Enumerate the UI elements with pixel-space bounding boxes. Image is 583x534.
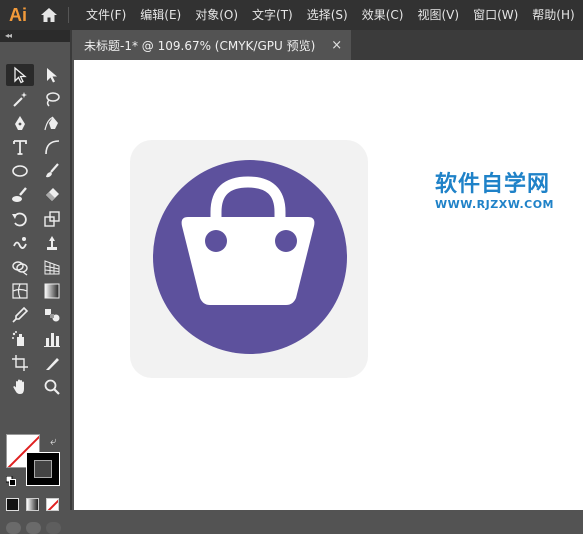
menu-file[interactable]: 文件(F): [79, 0, 133, 30]
type-tool-icon[interactable]: [6, 136, 34, 158]
gradient-tool-icon[interactable]: [38, 280, 66, 302]
arc-tool-icon[interactable]: [38, 136, 66, 158]
menu-divider: [68, 7, 69, 23]
hand-tool-icon[interactable]: [6, 376, 34, 398]
ellipse-tool-icon[interactable]: [6, 160, 34, 182]
stroke-swatch[interactable]: [26, 452, 60, 486]
bag-eye-left: [205, 230, 227, 252]
main-menu: 文件(F) 编辑(E) 对象(O) 文字(T) 选择(S) 效果(C) 视图(V…: [79, 0, 582, 30]
artboard-canvas[interactable]: 软件自学网 WWW.RJZXW.COM: [74, 60, 583, 510]
shape-builder-tool-icon[interactable]: [6, 256, 34, 278]
blob-brush-tool-icon[interactable]: [6, 184, 34, 206]
mesh-tool-icon[interactable]: [6, 280, 34, 302]
menu-window[interactable]: 窗口(W): [466, 0, 525, 30]
color-mode-icon[interactable]: [6, 498, 19, 511]
swap-fill-stroke-icon[interactable]: ⤶: [50, 434, 57, 449]
color-mode-row: [6, 498, 59, 511]
watermark-title: 软件自学网: [435, 172, 551, 197]
shopping-bag-icon[interactable]: [130, 140, 368, 378]
toolbox-panel: ◂◂ ⤶: [0, 30, 72, 534]
home-icon[interactable]: [36, 0, 62, 30]
pen-tool-icon[interactable]: [6, 112, 34, 134]
default-colors-icon[interactable]: [6, 476, 16, 486]
paintbrush-tool-icon[interactable]: [38, 160, 66, 182]
slice-tool-icon[interactable]: [38, 352, 66, 374]
menu-help[interactable]: 帮助(H): [525, 0, 581, 30]
eyedropper-tool-icon[interactable]: [6, 304, 34, 326]
eraser-tool-icon[interactable]: [38, 184, 66, 206]
collapse-icon[interactable]: ◂◂: [5, 30, 12, 42]
scale-tool-icon[interactable]: [38, 208, 66, 230]
free-transform-tool-icon[interactable]: [38, 232, 66, 254]
blend-tool-icon[interactable]: [38, 304, 66, 326]
bag-eye-right: [275, 230, 297, 252]
menu-type[interactable]: 文字(T): [245, 0, 300, 30]
fill-stroke-widget: ⤶: [6, 434, 66, 494]
gradient-mode-icon[interactable]: [26, 498, 39, 511]
zoom-tool-icon[interactable]: [38, 376, 66, 398]
column-graph-tool-icon[interactable]: [38, 328, 66, 350]
artboard-tool-icon[interactable]: [6, 352, 34, 374]
close-tab-icon[interactable]: ×: [331, 38, 342, 53]
document-title: 未标题-1* @ 109.67% (CMYK/GPU 预览): [84, 38, 316, 53]
draw-normal-icon[interactable]: [6, 522, 21, 534]
menu-bar: Ai 文件(F) 编辑(E) 对象(O) 文字(T) 选择(S) 效果(C) 视…: [0, 0, 583, 30]
warp-tool-icon[interactable]: [6, 232, 34, 254]
menu-view[interactable]: 视图(V): [410, 0, 466, 30]
lasso-tool-icon[interactable]: [38, 88, 66, 110]
symbol-sprayer-tool-icon[interactable]: [6, 328, 34, 350]
direct-selection-tool-icon[interactable]: [38, 64, 66, 86]
app-logo: Ai: [9, 4, 27, 25]
menu-select[interactable]: 选择(S): [300, 0, 355, 30]
draw-mode-row: [6, 522, 61, 534]
rotate-tool-icon[interactable]: [6, 208, 34, 230]
document-tab[interactable]: 未标题-1* @ 109.67% (CMYK/GPU 预览) ×: [74, 30, 351, 60]
curvature-tool-icon[interactable]: [38, 112, 66, 134]
menu-object[interactable]: 对象(O): [188, 0, 245, 30]
none-mode-icon[interactable]: [46, 498, 59, 511]
bag-body: [181, 217, 315, 305]
document-tab-bar: 未标题-1* @ 109.67% (CMYK/GPU 预览) ×: [74, 30, 583, 60]
draw-behind-icon[interactable]: [26, 522, 41, 534]
perspective-grid-tool-icon[interactable]: [38, 256, 66, 278]
menu-effect[interactable]: 效果(C): [355, 0, 411, 30]
stroke-swatch-inner: [34, 460, 52, 478]
menu-edit[interactable]: 编辑(E): [133, 0, 188, 30]
toolbox-header: ◂◂: [0, 30, 70, 42]
watermark: 软件自学网 WWW.RJZXW.COM: [435, 172, 583, 212]
draw-inside-icon[interactable]: [46, 522, 61, 534]
magic-wand-tool-icon[interactable]: [6, 88, 34, 110]
selection-tool-icon[interactable]: [6, 64, 34, 86]
watermark-url: WWW.RJZXW.COM: [435, 198, 554, 211]
